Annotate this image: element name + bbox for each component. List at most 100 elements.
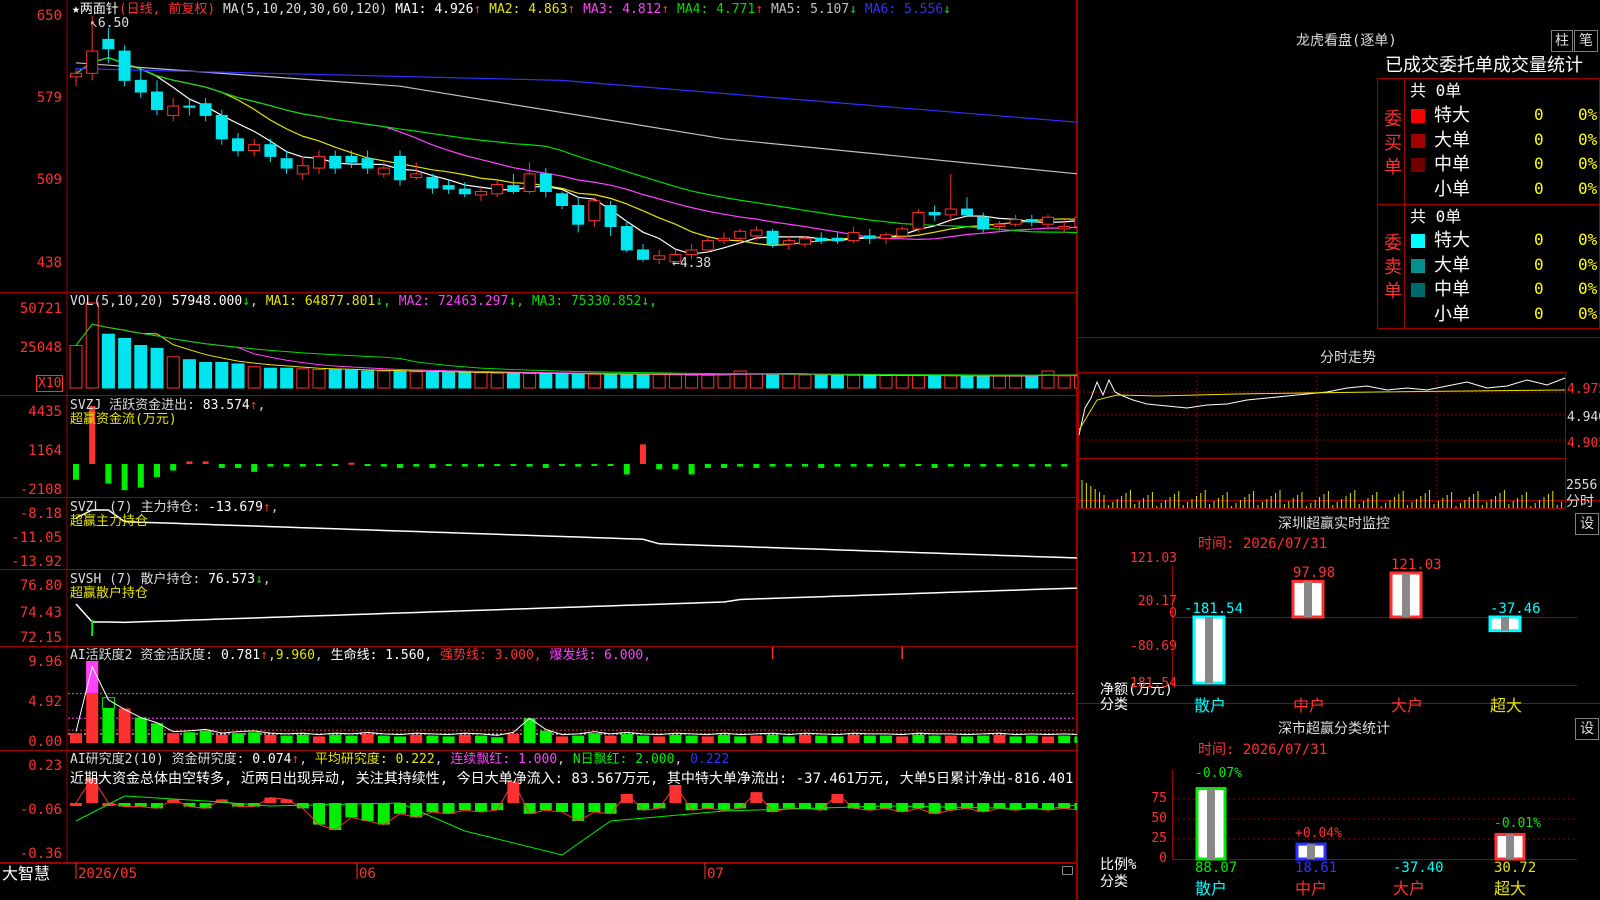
tick-mode-button[interactable]: 笔 <box>1574 30 1598 52</box>
fund-flow-bar <box>235 464 241 468</box>
air-y-tick: 0.23 <box>28 758 62 774</box>
szm-bar-shade <box>1402 573 1410 617</box>
szc-bar-shade <box>1207 788 1215 859</box>
fund-flow-bar <box>883 464 889 467</box>
activity-bar <box>70 733 82 743</box>
svzl-y-tick: -8.18 <box>19 506 62 522</box>
kline-period[interactable]: (日线, 前复权) <box>119 2 215 17</box>
szc-y-tick: 0 <box>1159 851 1167 866</box>
fund-flow-bar <box>623 464 630 475</box>
svzl-arrow: ↑ <box>262 500 271 515</box>
volume-bar <box>749 373 763 389</box>
fund-flow-bar <box>802 464 808 467</box>
sell-row-label: 特大 <box>1434 230 1470 251</box>
activity-line <box>75 665 1077 736</box>
sz-class-settings-button[interactable]: 设 <box>1575 718 1599 740</box>
svzj-arrow: ↑ <box>249 398 258 413</box>
vol-y-tick: 25048 <box>19 340 62 356</box>
volume-bar <box>814 374 828 389</box>
fund-flow-bar <box>316 464 322 466</box>
fund-flow-bar <box>413 464 420 467</box>
activity-bar <box>799 734 811 743</box>
candle-body <box>232 138 244 152</box>
lock-icon[interactable] <box>1062 866 1073 875</box>
fund-flow-bar <box>996 464 1003 467</box>
aia-y-tick: 9.96 <box>28 654 62 670</box>
fund-flow-bar <box>931 464 938 468</box>
activity-bar <box>475 735 487 743</box>
research-bar <box>313 803 325 825</box>
volume-bar <box>166 356 180 389</box>
szm-value-label: -37.46 <box>1490 601 1541 617</box>
szm-y-tick: -80.69 <box>1130 639 1177 654</box>
activity-bar <box>669 734 682 743</box>
szc-y-tick: 75 <box>1151 791 1167 806</box>
activity-bar <box>215 734 228 743</box>
research-bar <box>556 803 568 812</box>
research-bar <box>701 803 714 809</box>
sell-row-count: 0 <box>1534 230 1544 249</box>
sz-monitor-cat: 分类 <box>1100 697 1128 713</box>
minute-chart[interactable] <box>1077 370 1600 515</box>
ai-research-chart[interactable] <box>0 751 1077 863</box>
candle-body <box>86 50 99 74</box>
kline-chart[interactable] <box>0 0 1077 293</box>
volume-bar <box>847 374 861 389</box>
research-bar <box>345 803 358 818</box>
buy-row-pct: 0% <box>1578 154 1598 173</box>
candle-body <box>167 105 180 116</box>
szm-bar-shade <box>1501 617 1509 631</box>
air-y-tick: -0.36 <box>19 846 62 862</box>
szm-value-label: 121.03 <box>1391 557 1442 573</box>
bar-mode-button[interactable]: 柱 <box>1551 30 1573 52</box>
fund-flow-bar <box>283 464 290 467</box>
svsh-y-tick: 76.80 <box>19 578 62 594</box>
szm-y-tick: 0 <box>1169 606 1177 621</box>
kline-y-tick: 438 <box>36 255 62 271</box>
sell-swatch <box>1411 283 1425 297</box>
volume-bar <box>199 362 213 389</box>
volume-bar <box>701 374 715 389</box>
volume-bar <box>458 371 472 389</box>
activity-bar <box>750 735 763 743</box>
fund-flow-bar <box>785 464 792 467</box>
activity-bar <box>766 734 779 743</box>
szc-category: 大户 <box>1393 879 1426 898</box>
candle-body <box>831 237 844 242</box>
research-bar <box>1009 803 1022 811</box>
sz-class-cat: 分类 <box>1100 874 1128 890</box>
app-root: ★两面针(日线, 前复权) MA(5,10,20,30,60,120) MA1:… <box>0 0 1600 900</box>
buy-row-pct: 0% <box>1578 129 1598 149</box>
sz-class-title: 深市超赢分类统计 <box>1278 721 1390 737</box>
buy-row-label: 小单 <box>1434 178 1470 200</box>
ai-active-arrow: ↑ <box>260 648 268 663</box>
activity-bar <box>977 735 990 743</box>
activity-bar <box>151 723 163 743</box>
star-icon[interactable]: ★ <box>72 2 80 17</box>
minute-title: 分时走势 <box>1320 350 1376 366</box>
fund-flow-bar <box>866 464 873 467</box>
candle-body <box>782 240 795 245</box>
svzj-sub: 超赢资金流(万元) <box>70 412 177 427</box>
buy-row-pct: 0% <box>1578 105 1598 124</box>
brand-label[interactable]: 大智慧 <box>2 865 50 883</box>
szc-category: 超大 <box>1494 879 1527 898</box>
sz-monitor-settings-button[interactable]: 设 <box>1575 513 1599 535</box>
activity-bar <box>572 735 585 743</box>
volume-bar <box>377 370 391 389</box>
candle-body <box>718 237 730 242</box>
svsh-header: SVSH (7) 散户持仓: 76.573↓, <box>70 572 271 587</box>
szc-pct-label: -0.07% <box>1195 766 1242 781</box>
ma-legend-arrow-3: ↑ <box>661 2 677 17</box>
activity-bar <box>377 735 390 743</box>
candle-body <box>604 205 617 228</box>
activity-bar <box>118 708 131 743</box>
candle-body <box>507 185 520 192</box>
candle-body <box>215 114 228 140</box>
szc-bar-shade <box>1307 844 1315 859</box>
research-bar <box>475 803 487 812</box>
activity-bar <box>961 736 973 743</box>
activity-bar <box>928 735 941 743</box>
activity-bar <box>831 736 844 743</box>
candle-body <box>280 158 293 169</box>
